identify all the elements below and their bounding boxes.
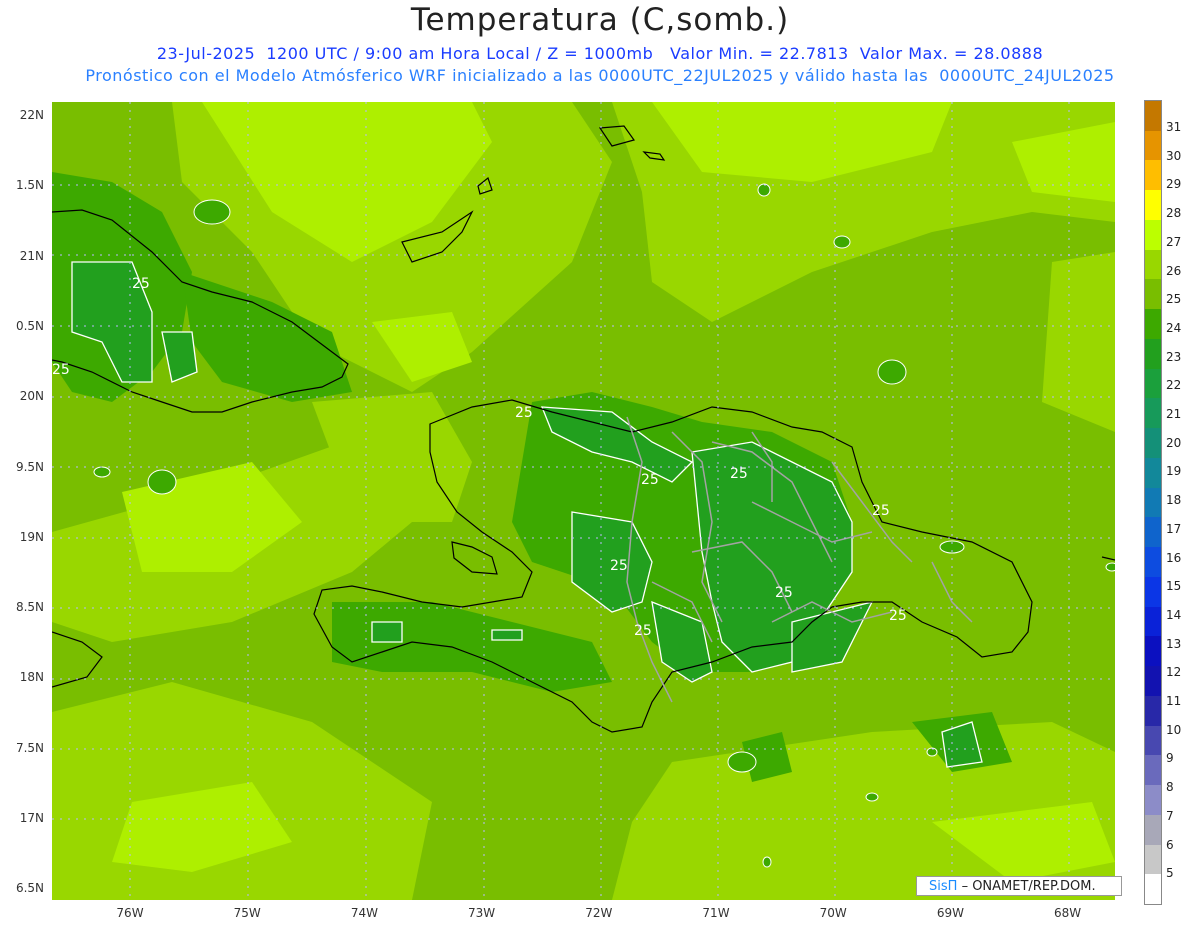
lat-label: 17N: [19, 811, 44, 825]
legend-swatch: [1145, 755, 1161, 786]
lat-label: 1.5N: [15, 178, 44, 193]
legend-swatch: [1145, 398, 1161, 429]
legend-label: 18: [1166, 493, 1182, 508]
legend-swatch: [1145, 606, 1161, 637]
legend-label: 8: [1166, 780, 1174, 795]
contour-label: 25: [889, 608, 907, 624]
lon-label: 74W: [350, 906, 378, 920]
color-scale-legend: [1144, 100, 1162, 905]
legend-label: 20: [1166, 435, 1182, 450]
contour-label: 25: [52, 362, 70, 378]
contour-label: 25: [132, 276, 150, 292]
legend-swatch: [1145, 725, 1161, 756]
legend-swatch: [1145, 130, 1161, 161]
legend-swatch: [1145, 338, 1161, 370]
lon-label: 70W: [819, 906, 847, 920]
legend-label: 23: [1166, 349, 1182, 364]
legend-label: 10: [1166, 722, 1182, 737]
legend-swatch: [1145, 666, 1161, 697]
legend-label: 15: [1166, 579, 1182, 594]
legend-label: 28: [1166, 206, 1182, 221]
lat-label: 18N: [19, 670, 44, 685]
legend-swatch: [1145, 874, 1161, 905]
legend-swatch: [1145, 190, 1161, 221]
credit-box: SisΠ – ONAMET/REP.DOM.: [916, 876, 1122, 896]
legend-swatch: [1145, 309, 1161, 340]
legend-swatch: [1145, 576, 1161, 608]
lat-label: 7.5N: [15, 740, 44, 755]
lon-label: 76W: [116, 906, 144, 920]
legend-swatch: [1145, 160, 1161, 191]
contour-label: 25: [515, 405, 533, 421]
legend-label: 21: [1166, 407, 1182, 421]
lat-label: 22N: [19, 108, 44, 122]
temperature-map: 25 25 25 25 25 25 25 25 25 25: [52, 102, 1115, 900]
legend-swatch: [1145, 517, 1161, 548]
legend-swatch: [1145, 487, 1161, 518]
legend-swatch: [1145, 547, 1161, 578]
credit-org: – ONAMET/REP.DOM.: [961, 879, 1096, 894]
lon-label: 69W: [936, 906, 964, 920]
legend-label: 7: [1166, 808, 1174, 823]
legend-swatch: [1145, 428, 1161, 459]
legend-label: 30: [1166, 148, 1182, 163]
legend-label: 24: [1166, 320, 1182, 335]
legend-swatch: [1145, 695, 1161, 727]
legend-swatch: [1145, 249, 1161, 280]
legend-swatch: [1145, 785, 1161, 816]
lon-label: 73W: [468, 906, 496, 920]
legend-swatch: [1145, 279, 1161, 310]
legend-label: 16: [1166, 550, 1182, 565]
legend-label: 12: [1166, 665, 1182, 680]
legend-label: 9: [1166, 751, 1174, 766]
contour-label: 25: [610, 558, 628, 574]
contour-label: 25: [634, 623, 652, 639]
forecast-info-line: 23-Jul-2025 1200 UTC / 9:00 am Hora Loca…: [156, 44, 1044, 63]
lon-label: 68W: [1054, 906, 1082, 920]
map-canvas: 25 25 25 25 25 25 25 25 25 25: [52, 102, 1115, 900]
legend-label: 27: [1166, 234, 1182, 249]
legend-swatch: [1145, 844, 1161, 875]
legend-label: 5: [1166, 866, 1174, 881]
legend-label: 22: [1166, 378, 1182, 393]
lat-label: 9.5N: [15, 459, 44, 474]
sispi-logo-text: SisΠ: [929, 879, 958, 894]
lon-label: 75W: [233, 906, 261, 920]
legend-label: 19: [1166, 464, 1182, 479]
legend-swatch: [1145, 636, 1161, 667]
contour-label: 25: [775, 585, 793, 601]
contour-label: 25: [641, 472, 659, 488]
legend-label: 13: [1166, 636, 1182, 651]
legend-swatch: [1145, 457, 1161, 489]
contour-label: 25: [730, 466, 748, 482]
legend-label: 11: [1166, 694, 1182, 708]
lon-label: 72W: [585, 906, 613, 920]
legend-swatch: [1145, 219, 1161, 251]
legend-label: 17: [1166, 521, 1182, 536]
legend-label: 31: [1166, 120, 1182, 134]
lat-label: 19N: [19, 529, 44, 544]
lat-label: 20N: [19, 389, 44, 404]
legend-swatch: [1145, 368, 1161, 399]
lat-label: 0.5N: [15, 318, 44, 333]
legend-label: 25: [1166, 292, 1182, 307]
lat-label: 21N: [19, 248, 44, 263]
contour-label: 25: [872, 503, 890, 519]
map-title: Temperatura (C,somb.): [410, 2, 790, 38]
lon-label: 71W: [702, 906, 730, 920]
legend-label: 29: [1166, 177, 1182, 192]
lat-label: 6.5N: [15, 881, 44, 896]
legend-label: 14: [1166, 607, 1182, 622]
lat-label: 8.5N: [15, 600, 44, 615]
legend-label: 26: [1166, 263, 1182, 278]
legend-swatch: [1145, 814, 1161, 845]
model-info-line: Pronóstico con el Modelo Atmósferico WRF…: [85, 66, 1115, 85]
legend-label: 6: [1166, 837, 1174, 852]
legend-swatch: [1145, 101, 1161, 132]
